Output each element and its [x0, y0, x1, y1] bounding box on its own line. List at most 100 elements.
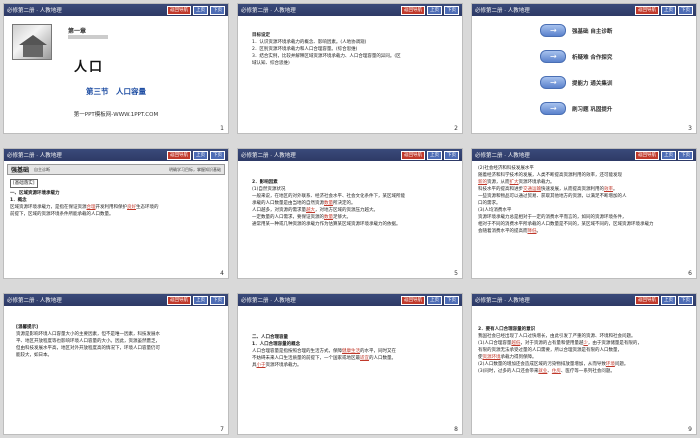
arrow-icon: [540, 24, 566, 37]
prev-button[interactable]: 上页: [193, 150, 208, 160]
prev-button[interactable]: 上页: [427, 5, 442, 15]
banner-right: 明确学习目标，掌握知识基础: [169, 166, 221, 172]
text-line: 但由科技发展水平高，地区对外开放程度高的情况下，环境人口容量仍可: [16, 346, 160, 351]
menu-item-4[interactable]: 刷习题 巩固提升: [540, 102, 612, 115]
slide-body: 二、人口合理容量 1．人口合理容量的概念 人口合理容量是指按照合理的生活方式，保…: [252, 334, 456, 426]
next-button[interactable]: 下页: [210, 150, 225, 160]
nav-button[interactable]: 返回导航: [635, 5, 659, 15]
arrow-icon: [540, 76, 566, 89]
slide-thumbnail-2[interactable]: 必修第二册 · 人教地理 返回导航 上页 下页 目标设定 1．认识资源环境承载力…: [237, 3, 463, 134]
arrow-icon: [540, 50, 566, 63]
answer-blank: 扩大: [509, 180, 519, 185]
text-line: 一般来说，在地区的对外联系、经济社会水平、社会文化条件下，某区域所能: [252, 194, 405, 199]
section-banner: 强基础 自主诊断 明确学习目标，掌握知识基础: [7, 164, 225, 175]
next-button[interactable]: 下页: [678, 295, 693, 305]
text-line: 前提下，区域的资源环境条件所能承载的人口数量。: [10, 212, 114, 217]
text-line: (3)人均消费水平: [478, 208, 512, 213]
menu-label: 提能力 通关集训: [572, 80, 613, 87]
text-line: 人口合理容量是指按照合理的生活方式，保障健康生活的水平，同时又在: [252, 349, 396, 354]
prev-button[interactable]: 上页: [661, 295, 676, 305]
tip-tag: [温馨提示]: [16, 325, 39, 330]
text-line: 平、地区开放程度等也影响环境人口容量的大小。因此，资源虽然匮乏，: [16, 339, 160, 344]
text-line: 通常用某一种或几种资源的承载力作为估算某区域资源环境承载力的依据。: [252, 222, 401, 227]
slide-header: 必修第二册 · 人教地理 返回导航 上页 下页: [472, 149, 696, 161]
next-button[interactable]: 下页: [678, 150, 693, 160]
slide-body: [温馨提示] 资源是影响环境人口容量大小的主要因素，但不是唯一因素，科技发展水 …: [16, 324, 222, 426]
heading: 2．影响因素: [252, 180, 278, 185]
prev-button[interactable]: 上页: [193, 295, 208, 305]
slide-thumbnail-1[interactable]: 必修第二册 · 人教地理 返回导航 上页 下页 第一章 人口 第三节 人口容量 …: [3, 3, 229, 134]
text-line: 具小于资源环境承载力。: [252, 363, 302, 368]
answer-blank: 住房: [551, 369, 561, 374]
nav-button[interactable]: 返回导航: [167, 150, 191, 160]
answer-blank: 健康生活: [342, 349, 360, 354]
nav-button[interactable]: 返回导航: [167, 295, 191, 305]
text-line: 口的需求。: [478, 201, 501, 206]
nav-button[interactable]: 返回导航: [635, 150, 659, 160]
text-line: 能较大，如日本。: [16, 353, 52, 358]
slide-body: 目标设定 1．认识资源环境承载力的概念、影响因素。(人地协调观) 2．区别资源环…: [252, 32, 456, 125]
header-title: 必修第二册 · 人教地理: [475, 8, 530, 14]
slide-body: [基础落实] 一、区域资源环境承载力 1．概念 区域资源环境承载力，是指在保证资…: [10, 179, 222, 270]
nav-button[interactable]: 返回导航: [401, 150, 425, 160]
slide-grid: 必修第二册 · 人教地理 返回导航 上页 下页 第一章 人口 第三节 人口容量 …: [0, 0, 700, 438]
text-line: (1)人口合理容量越低，对于资源的占有量和使用量越少，由于资源储量是有限的，: [478, 341, 642, 346]
slide-thumbnail-7[interactable]: 必修第二册 · 人教地理 返回导航 上页 下页 [温馨提示] 资源是影响环境人口…: [3, 293, 229, 435]
text-line: 随着经济和科学技术的发展，人类不断提高资源利用的效率，还可能发现: [478, 173, 622, 178]
slide-thumbnail-5[interactable]: 必修第二册 · 人教地理 返回导航 上页 下页 2．影响因素 (1)自然资源状况…: [237, 148, 463, 279]
heading: 二、人口合理容量: [252, 335, 288, 340]
slide-header: 必修第二册 · 人教地理 返回导航 上页 下页: [472, 4, 696, 16]
answer-blank: 降低: [527, 229, 537, 234]
menu-label: 强基础 自主诊断: [572, 28, 613, 35]
text-line: 不妨碍未来人口生活质量的前提下，一个国家或地区最适宜的人口数量。: [252, 356, 396, 361]
slide-header: 必修第二册 · 人教地理 返回导航 上页 下页: [4, 294, 228, 306]
text-line: 使资源环境承载力得到保障。: [478, 355, 537, 360]
menu-item-1[interactable]: 强基础 自主诊断: [540, 24, 612, 37]
text-line: 我国社会已经出现了人口过快增长，由此引发了严重的资源、环境和社会问题。: [478, 334, 636, 339]
slide-thumbnail-3[interactable]: 必修第二册 · 人教地理 返回导航 上页 下页 强基础 自主诊断 析疑难 合作探…: [471, 3, 697, 134]
lesson-title: 人口: [74, 60, 105, 75]
menu-item-3[interactable]: 提能力 通关集训: [540, 76, 612, 89]
answer-blank: 小于: [256, 363, 266, 368]
prev-button[interactable]: 上页: [661, 5, 676, 15]
next-button[interactable]: 下页: [210, 295, 225, 305]
prev-button[interactable]: 上页: [193, 5, 208, 15]
header-title: 必修第二册 · 人教地理: [7, 298, 62, 304]
text-line: 相对于不同的消费水平所承载的人口数量是不同的，某区域不同的，区域资源环境承载力: [478, 222, 654, 227]
slide-thumbnail-8[interactable]: 必修第二册 · 人教地理 返回导航 上页 下页 二、人口合理容量 1．人口合理容…: [237, 293, 463, 435]
heading: 2．要有人口合理容量的意识: [478, 327, 536, 332]
slide-number: 6: [688, 270, 692, 277]
next-button[interactable]: 下页: [444, 295, 459, 305]
answer-blank: 效率: [604, 187, 613, 192]
menu-item-2[interactable]: 析疑难 合作探究: [540, 50, 612, 63]
next-button[interactable]: 下页: [678, 5, 693, 15]
text-line: (3)同时，过多的人口还会带来就业、住房、医疗等一系列社会问题。: [478, 369, 615, 374]
slide-thumbnail-6[interactable]: 必修第二册 · 人教地理 返回导航 上页 下页 (2)社会经济和科技发展水平 随…: [471, 148, 697, 279]
text-line: (2)人口数量的增加还会造成区域的污染物排放量增加，从而导致环境问题。: [478, 362, 629, 367]
prev-button[interactable]: 上页: [661, 150, 676, 160]
text-line: 人口越多，对资源的需求量越大，对地方区域的资源压力越大。: [252, 208, 378, 213]
subheading: 1．概念: [10, 198, 27, 203]
slide-number: 9: [688, 426, 692, 433]
nav-button[interactable]: 返回导航: [401, 295, 425, 305]
header-title: 必修第二册 · 人教地理: [7, 8, 62, 14]
nav-button[interactable]: 返回导航: [635, 295, 659, 305]
next-button[interactable]: 下页: [210, 5, 225, 15]
text-line: 1．认识资源环境承载力的概念、影响因素。(人地协调观): [252, 40, 367, 45]
nav-button[interactable]: 返回导航: [401, 5, 425, 15]
credit-text: 第一PPT模板网-WWW.1PPT.COM: [73, 112, 159, 118]
next-button[interactable]: 下页: [444, 150, 459, 160]
prev-button[interactable]: 上页: [427, 295, 442, 305]
slide-header: 必修第二册 · 人教地理 返回导航 上页 下页: [4, 4, 228, 16]
answer-blank: 适宜: [360, 356, 369, 361]
prev-button[interactable]: 上页: [427, 150, 442, 160]
heading: 目标设定: [252, 33, 270, 38]
slide-thumbnail-9[interactable]: 必修第二册 · 人教地理 返回导航 上页 下页 2．要有人口合理容量的意识 我国…: [471, 293, 697, 435]
text-line: 一定数量的人口需求，要保证资源的数量足够大。: [252, 215, 351, 220]
next-button[interactable]: 下页: [444, 5, 459, 15]
slide-body: 2．影响因素 (1)自然资源状况 一般来说，在地区的对外联系、经济社会水平、社会…: [252, 179, 456, 270]
slide-thumbnail-4[interactable]: 必修第二册 · 人教地理 返回导航 上页 下页 强基础 自主诊断 明确学习目标，…: [3, 148, 229, 279]
nav-button[interactable]: 返回导航: [167, 5, 191, 15]
section-tag: [基础落实]: [10, 179, 38, 188]
text-line: 有限的资源无法承受过量的人口需要，所以合理资源是有限的人口数量，: [478, 348, 622, 353]
